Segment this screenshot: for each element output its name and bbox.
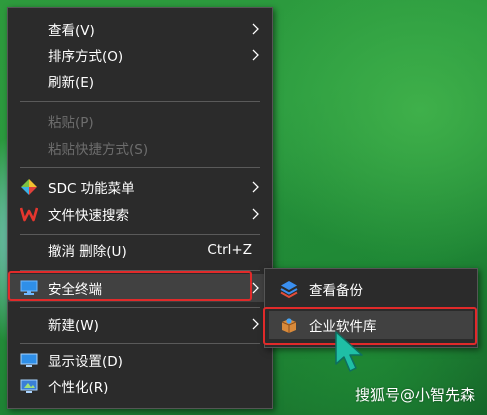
menu-item-label: 文件快速搜索 xyxy=(48,208,129,224)
chevron-right-icon xyxy=(250,207,262,221)
menu-item-label: 刷新(E) xyxy=(48,75,95,91)
menu-item-sort-by[interactable]: 排序方式(O) xyxy=(8,42,272,68)
menu-item-label: 显示设置(D) xyxy=(48,354,123,370)
layers-icon xyxy=(279,279,299,299)
menu-item-file-search[interactable]: 文件快速搜索 xyxy=(8,201,272,227)
mouse-cursor-icon xyxy=(335,331,363,372)
menu-separator xyxy=(20,343,260,344)
menu-item-view[interactable]: 查看(V) xyxy=(8,16,272,42)
sdc-diamond-icon xyxy=(20,178,38,196)
menu-separator xyxy=(20,167,260,168)
menu-item-label: 排序方式(O) xyxy=(48,49,124,65)
menu-item-label: 个性化(R) xyxy=(48,380,109,396)
submenu-item-label: 查看备份 xyxy=(309,283,363,299)
menu-item-label: 查看(V) xyxy=(48,23,95,39)
menu-item-label: SDC 功能菜单 xyxy=(48,181,135,197)
chevron-right-icon xyxy=(250,22,262,36)
menu-item-label: 粘贴(P) xyxy=(48,115,94,131)
menu-item-label: 粘贴快捷方式(S) xyxy=(48,142,149,158)
menu-item-label: 新建(W) xyxy=(48,318,99,334)
menu-item-personalize[interactable]: 个性化(R) xyxy=(8,373,272,399)
menu-item-paste: 粘贴(P) xyxy=(8,108,272,134)
chevron-right-icon xyxy=(250,48,262,62)
submenu-item-view-backup[interactable]: 查看备份 xyxy=(265,275,477,303)
menu-item-new[interactable]: 新建(W) xyxy=(8,311,272,337)
menu-item-label: 撤消 删除(U) xyxy=(48,244,127,260)
wps-w-icon xyxy=(20,205,38,223)
chevron-right-icon xyxy=(250,180,262,194)
menu-item-undo-delete[interactable]: 撤消 删除(U) Ctrl+Z xyxy=(8,237,272,263)
menu-separator xyxy=(20,307,260,308)
menu-item-paste-shortcut: 粘贴快捷方式(S) xyxy=(8,135,272,161)
annotation-highlight-box xyxy=(263,307,477,345)
desktop-context-menu: 查看(V) 排序方式(O) 刷新(E) 粘贴(P) 粘贴快捷方式(S) SDC … xyxy=(7,7,273,409)
menu-item-shortcut: Ctrl+Z xyxy=(207,242,252,258)
display-icon xyxy=(20,351,38,369)
menu-item-refresh[interactable]: 刷新(E) xyxy=(8,68,272,94)
watermark-text: 搜狐号@小智先森 xyxy=(354,386,475,404)
menu-separator xyxy=(20,101,260,102)
menu-item-sdc[interactable]: SDC 功能菜单 xyxy=(8,174,272,200)
personalize-icon xyxy=(20,377,38,395)
annotation-highlight-box xyxy=(8,271,252,301)
menu-item-display-settings[interactable]: 显示设置(D) xyxy=(8,347,272,373)
chevron-right-icon xyxy=(250,317,262,331)
menu-separator xyxy=(20,234,260,235)
